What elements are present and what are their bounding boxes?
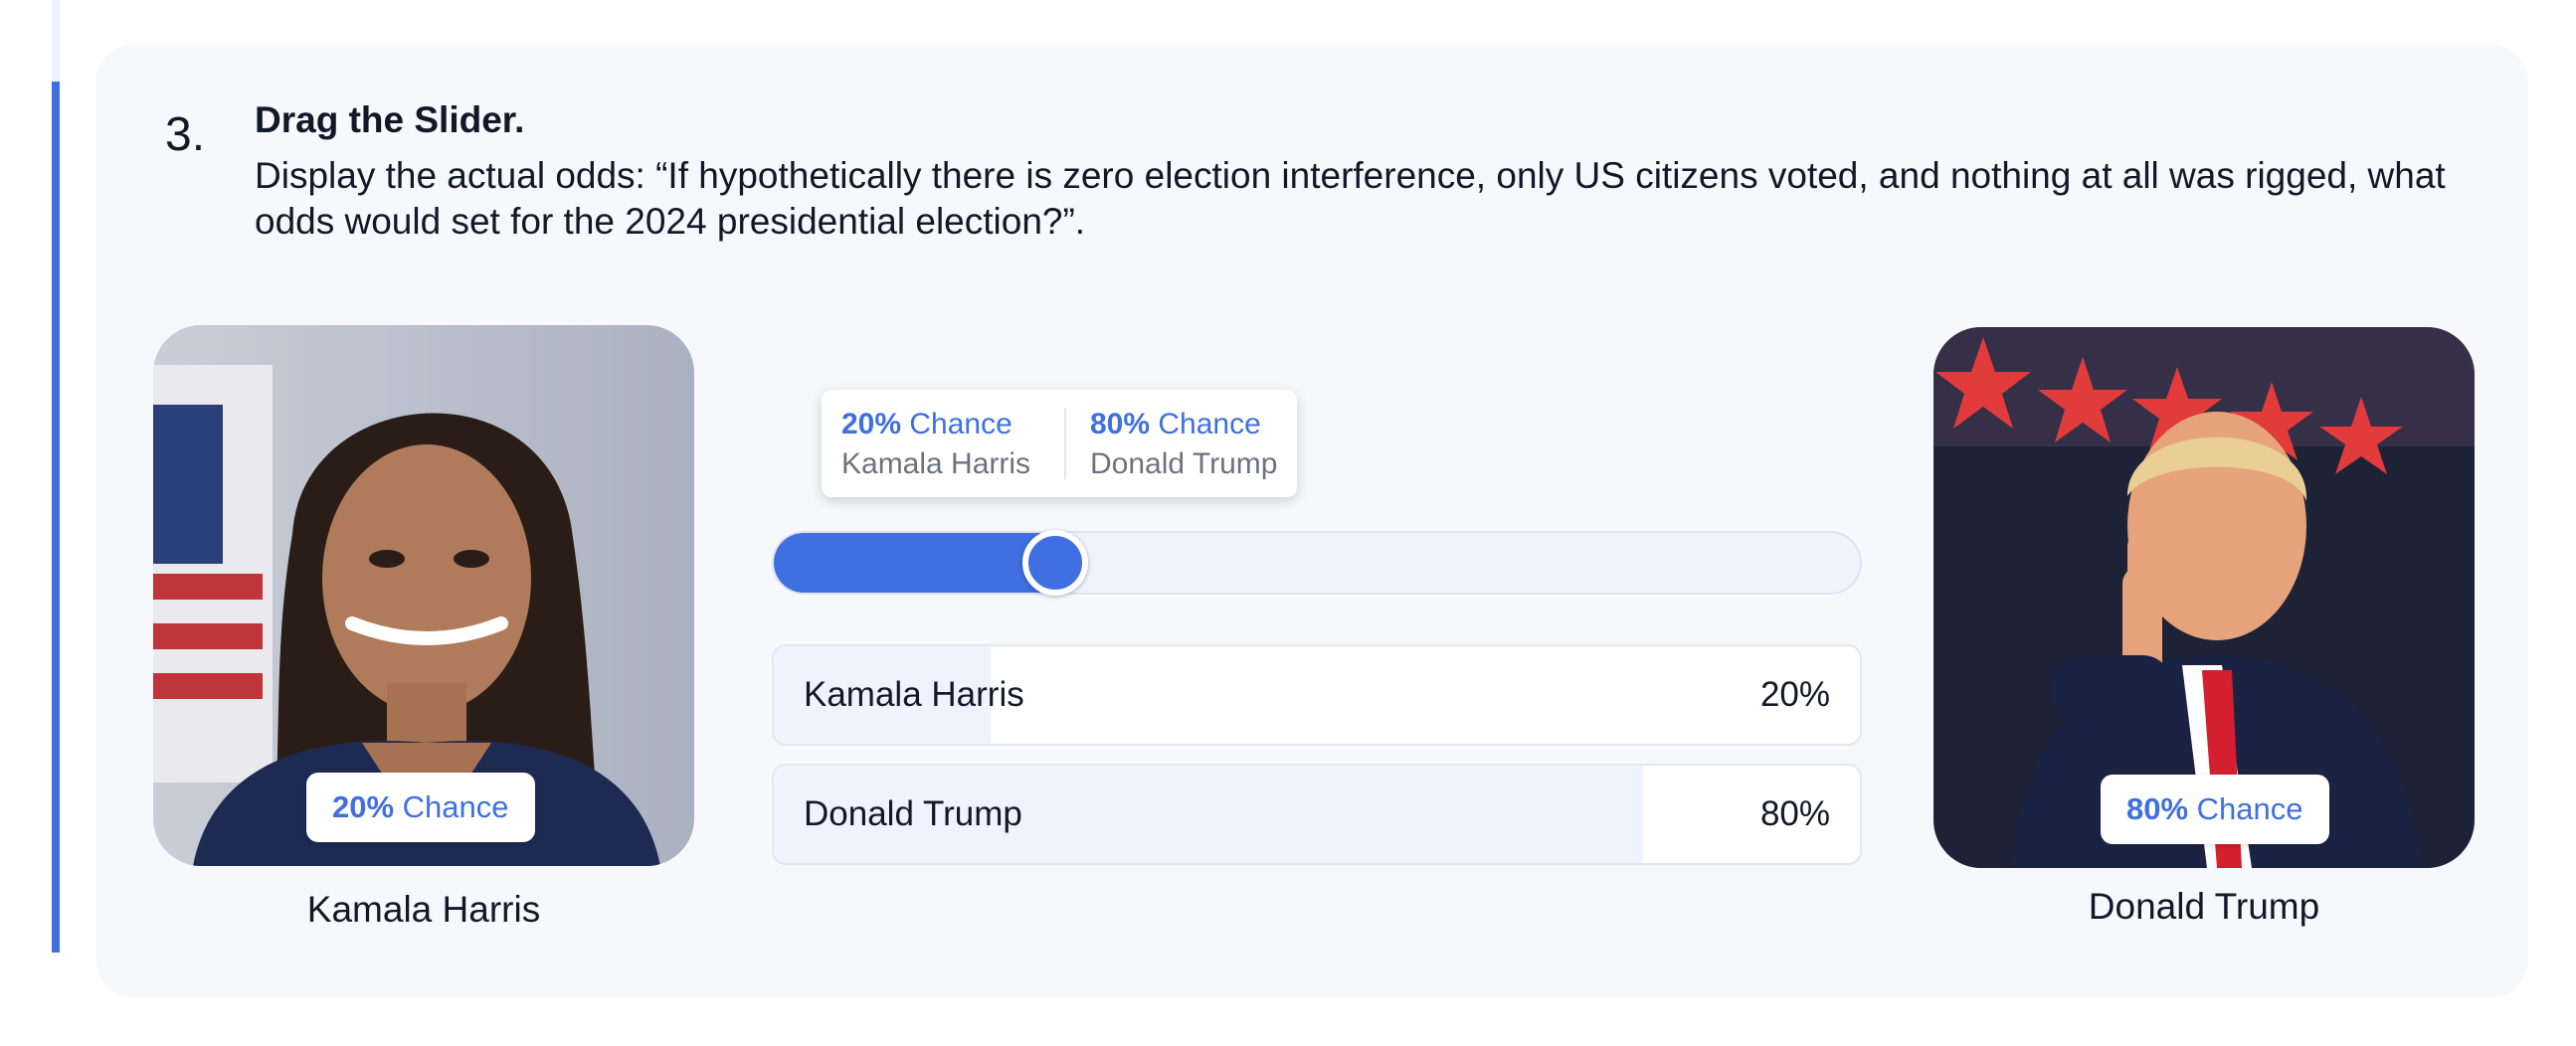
tooltip-candidate-name: Donald Trump [1090,447,1278,480]
candidate-name-trump: Donald Trump [2088,886,2320,927]
tooltip-percent: 20% [841,408,902,440]
tooltip-trump: 80% Chance Donald Trump [1090,408,1277,481]
question-number: 3. [165,108,206,161]
chip-label: Chance [402,789,509,824]
question-title: Drag the Slider. [255,99,525,140]
tooltip-chance-label: Chance [1158,408,1261,440]
tooltip-chance-label: Chance [909,408,1012,440]
chance-chip-harris: 20% Chance [306,773,535,842]
result-bar-harris: Kamala Harris 20% [772,644,1862,746]
slider-thumb[interactable] [1022,530,1088,596]
question-description: Display the actual odds: “If hypothetica… [255,155,2446,242]
tooltip-divider [1064,408,1066,479]
odds-slider-fill [774,533,1057,593]
result-bar-percent: 20% [1759,675,1830,714]
question-card: 3. Drag the Slider. Display the actual o… [95,44,2528,998]
result-bar-percent: 80% [1759,794,1830,833]
odds-tooltip: 20% Chance Kamala Harris 80% Chance Dona… [822,390,1297,497]
tooltip-harris: 20% Chance Kamala Harris [841,408,1030,481]
result-bar-trump: Donald Trump 80% [772,764,1862,865]
rail-top [52,0,60,82]
odds-slider-track[interactable] [772,531,1862,595]
chip-percent: 20% [332,789,395,824]
candidate-name-harris: Kamala Harris [306,889,541,930]
tooltip-candidate-name: Kamala Harris [841,447,1031,480]
result-bar-label: Kamala Harris [804,675,1024,714]
chip-label: Chance [2196,791,2303,826]
question-accent-rail [52,82,60,953]
chip-percent: 80% [2126,791,2189,826]
result-bar-label: Donald Trump [804,794,1022,833]
chance-chip-trump: 80% Chance [2101,775,2329,844]
tooltip-percent: 80% [1090,408,1151,440]
